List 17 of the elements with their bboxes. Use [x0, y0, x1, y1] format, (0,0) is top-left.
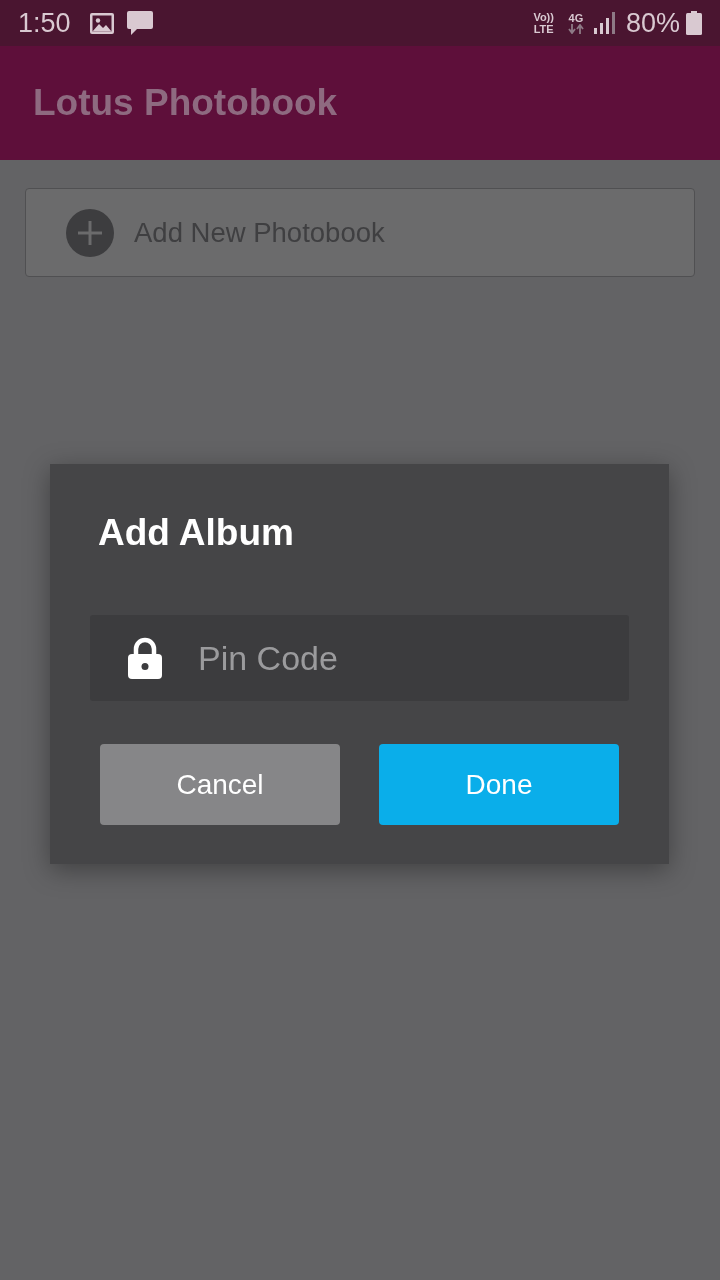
dialog-title: Add Album	[98, 512, 294, 554]
message-icon	[126, 11, 153, 35]
lte-label: LTE	[533, 23, 554, 35]
battery-percent: 80%	[625, 8, 680, 38]
data-arrows-icon	[567, 24, 584, 34]
signal-icon	[593, 12, 616, 34]
volte-label: Vo))	[533, 11, 554, 23]
cancel-button[interactable]: Cancel	[100, 744, 340, 825]
pin-code-field[interactable]: Pin Code	[90, 615, 629, 701]
lock-icon	[128, 637, 162, 679]
image-icon	[89, 12, 114, 34]
clock-time: 1:50	[18, 8, 71, 38]
battery-icon	[686, 11, 702, 35]
done-button[interactable]: Done	[379, 744, 619, 825]
app-title: Lotus Photobook	[33, 81, 338, 125]
network-type: 4G	[568, 12, 584, 24]
plus-icon	[66, 208, 114, 257]
